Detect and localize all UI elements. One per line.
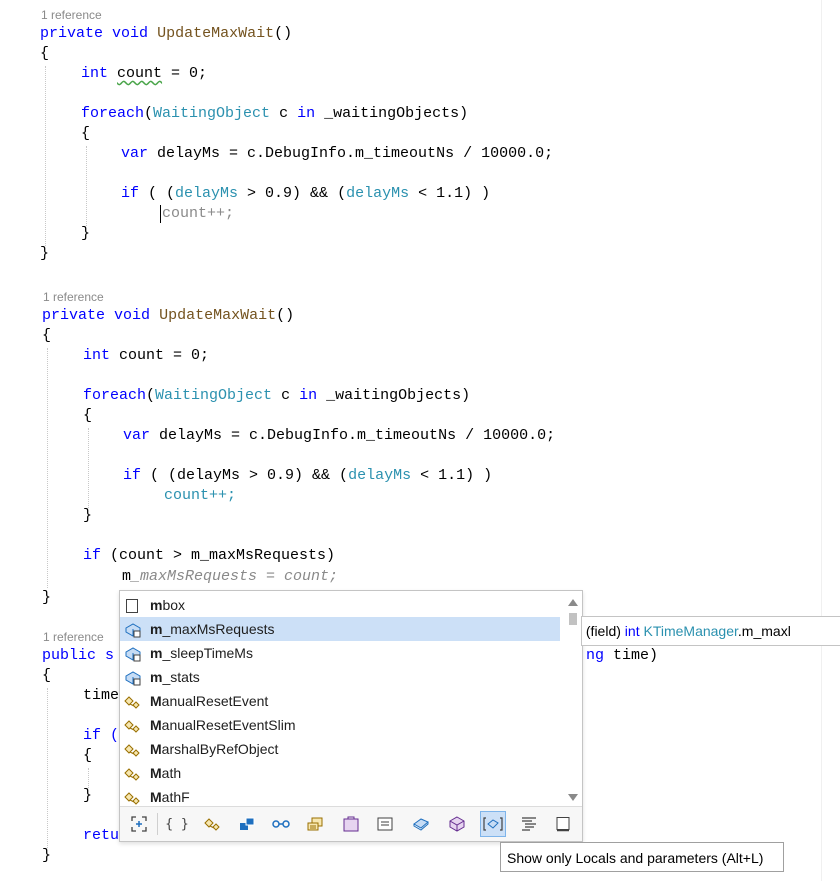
brace-close: }	[81, 225, 91, 242]
if-max-statement: if (count > m_maxMsRequests)	[83, 547, 336, 564]
scroll-down-icon[interactable]	[568, 794, 578, 801]
brace-close: }	[83, 787, 93, 804]
completion-list[interactable]: mbox m_maxMsRequests m_sleepTimeMs m_sta…	[120, 593, 560, 809]
class-icon	[124, 717, 142, 733]
count-increment-suggestion: count++;	[162, 205, 235, 222]
namespace-filter-button[interactable]: { }	[164, 811, 190, 837]
quick-info-tooltip: (field) int KTimeManager.m_maxl	[581, 616, 840, 646]
references-codelens[interactable]: 1 reference	[43, 290, 104, 304]
references-codelens[interactable]: 1 reference	[43, 630, 104, 644]
completion-scrollbar[interactable]	[566, 593, 580, 805]
completion-item-marshalbyrefobject[interactable]: MarshalByRefObject	[120, 737, 560, 761]
field-filter-icon	[413, 818, 429, 831]
if-statement: if ( (delayMs > 0.9) && (delayMs < 1.1) …	[121, 185, 491, 202]
method-signature: private void UpdateMaxWait()	[40, 25, 293, 42]
keyword-filter-icon	[556, 817, 570, 832]
brace-open: {	[40, 45, 50, 62]
delegate-filter-icon	[343, 816, 359, 832]
foreach-statement: foreach(WaitingObject c in _waitingObjec…	[81, 105, 469, 122]
completion-item-m-sleeptimems[interactable]: m_sleepTimeMs	[120, 641, 560, 665]
indent-guide	[86, 146, 87, 226]
class-filter-button[interactable]	[200, 811, 226, 837]
count-declaration: int count = 0;	[83, 347, 210, 364]
locals-filter-button[interactable]	[480, 811, 506, 837]
indent-guide	[45, 66, 46, 246]
expand-filter-icon	[131, 816, 147, 832]
struct-filter-icon	[240, 817, 255, 830]
filter-separator	[157, 813, 158, 835]
brace-close: }	[42, 847, 52, 864]
class-icon	[124, 765, 142, 781]
locals-filter-icon	[483, 817, 503, 831]
completion-list-popup[interactable]: mbox m_maxMsRequests m_sleepTimeMs m_sta…	[119, 590, 583, 842]
if-line: if (	[83, 727, 120, 744]
interface-filter-icon	[272, 820, 290, 828]
class-filter-icon	[204, 818, 220, 831]
module-filter-icon	[377, 817, 393, 831]
scroll-thumb[interactable]	[569, 613, 577, 625]
method-signature-end: ng time)	[586, 647, 659, 664]
indent-guide	[47, 688, 48, 848]
field-icon	[124, 645, 142, 662]
method-filter-icon	[449, 816, 465, 832]
time-line: time	[83, 687, 120, 704]
completion-item-mbox[interactable]: mbox	[120, 593, 560, 617]
snippet-filter-button[interactable]	[516, 811, 542, 837]
interface-filter-button[interactable]	[268, 811, 294, 837]
brace-open: {	[83, 747, 93, 764]
completion-filter-bar: { }	[120, 806, 582, 841]
brace-close: }	[42, 589, 52, 606]
count-declaration: int count = 0;	[81, 65, 208, 82]
if-statement: if ( (delayMs > 0.9) && (delayMs < 1.1) …	[123, 467, 493, 484]
assignment-line: m_maxMsRequests = count;	[122, 568, 339, 585]
foreach-statement: foreach(WaitingObject c in _waitingObjec…	[83, 387, 471, 404]
class-icon	[124, 789, 142, 805]
completion-item-math[interactable]: Math	[120, 761, 560, 785]
references-codelens[interactable]: 1 reference	[41, 8, 102, 22]
expand-filter-button[interactable]	[126, 811, 152, 837]
brace-open: {	[83, 407, 93, 424]
brace-open: {	[42, 667, 52, 684]
brace-open: {	[42, 327, 52, 344]
completion-item-manualreseteventslim[interactable]: ManualResetEventSlim	[120, 713, 560, 737]
editor-right-margin	[821, 0, 840, 881]
keyword-filter-button[interactable]	[550, 811, 576, 837]
delegate-filter-button[interactable]	[338, 811, 364, 837]
scroll-up-icon[interactable]	[568, 599, 578, 606]
indent-guide	[88, 768, 89, 788]
method-signature: private void UpdateMaxWait()	[42, 307, 295, 324]
completion-item-m-maxmsrequests[interactable]: m_maxMsRequests	[120, 617, 560, 641]
field-icon	[124, 669, 142, 686]
module-filter-button[interactable]	[372, 811, 398, 837]
namespace-icon	[124, 597, 142, 613]
brace-open: {	[81, 125, 91, 142]
brace-close: }	[83, 507, 93, 524]
namespace-filter-icon: { }	[165, 816, 189, 832]
snippet-filter-icon	[522, 817, 536, 831]
class-icon	[124, 693, 142, 709]
class-icon	[124, 741, 142, 757]
brace-close: }	[40, 245, 50, 262]
method-filter-button[interactable]	[444, 811, 470, 837]
enum-filter-icon	[307, 817, 323, 831]
filter-tooltip: Show only Locals and parameters (Alt+L)	[500, 842, 784, 872]
indent-guide	[47, 348, 48, 588]
var-statement: var delayMs = c.DebugInfo.m_timeoutNs / …	[121, 145, 554, 162]
completion-item-m-stats[interactable]: m_stats	[120, 665, 560, 689]
indent-guide	[88, 428, 89, 508]
var-statement: var delayMs = c.DebugInfo.m_timeoutNs / …	[123, 427, 556, 444]
completion-item-manualresetevent[interactable]: ManualResetEvent	[120, 689, 560, 713]
count-increment: count++;	[164, 487, 237, 504]
struct-filter-button[interactable]	[234, 811, 260, 837]
enum-filter-button[interactable]	[302, 811, 328, 837]
field-icon	[124, 621, 142, 638]
method-signature: public s	[42, 647, 115, 664]
text-caret	[160, 205, 161, 223]
field-filter-button[interactable]	[408, 811, 434, 837]
return-line: retu	[83, 827, 120, 844]
